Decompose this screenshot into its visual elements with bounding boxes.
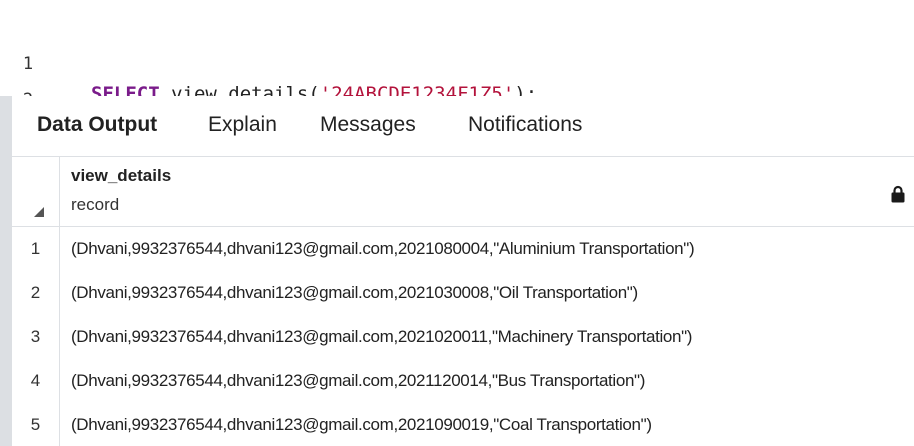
grid-header: view_details record (12, 157, 914, 227)
table-row[interactable]: 3 (Dhvani,9932376544,dhvani123@gmail.com… (12, 315, 914, 360)
record-cell[interactable]: (Dhvani,9932376544,dhvani123@gmail.com,2… (71, 403, 652, 446)
record-cell[interactable]: (Dhvani,9932376544,dhvani123@gmail.com,2… (71, 271, 638, 315)
table-row[interactable]: 4 (Dhvani,9932376544,dhvani123@gmail.com… (12, 359, 914, 404)
record-cell[interactable]: (Dhvani,9932376544,dhvani123@gmail.com,2… (71, 359, 645, 403)
lock-icon (891, 185, 905, 203)
code-line-2[interactable]: 2 (0, 55, 914, 110)
row-number[interactable]: 2 (12, 271, 60, 315)
column-name[interactable]: view_details (71, 166, 171, 186)
record-cell[interactable]: (Dhvani,9932376544,dhvani123@gmail.com,2… (71, 315, 692, 359)
row-number[interactable]: 1 (12, 227, 60, 271)
record-cell[interactable]: (Dhvani,9932376544,dhvani123@gmail.com,2… (71, 227, 695, 271)
select-all-corner[interactable] (12, 157, 60, 226)
row-number[interactable]: 5 (12, 403, 60, 446)
column-type: record (71, 195, 120, 214)
results-panel: Data Output Explain Messages Notificatio… (0, 96, 914, 446)
panel-left-rail (0, 96, 12, 446)
query-tool: 1 SELECT view_details('24ABCDE1234F1Z5')… (0, 0, 914, 446)
row-number[interactable]: 3 (12, 315, 60, 359)
data-output-grid: view_details record 1 (Dhvani,9932376544… (12, 157, 914, 446)
tab-messages[interactable]: Messages (320, 113, 416, 137)
table-row[interactable]: 2 (Dhvani,9932376544,dhvani123@gmail.com… (12, 271, 914, 316)
tab-data-output[interactable]: Data Output (37, 113, 157, 137)
tab-explain[interactable]: Explain (208, 113, 277, 137)
row-number[interactable]: 4 (12, 359, 60, 403)
table-row[interactable]: 5 (Dhvani,9932376544,dhvani123@gmail.com… (12, 403, 914, 446)
query-editor[interactable]: 1 SELECT view_details('24ABCDE1234F1Z5')… (0, 0, 914, 110)
table-row[interactable]: 1 (Dhvani,9932376544,dhvani123@gmail.com… (12, 227, 914, 272)
results-tabs: Data Output Explain Messages Notificatio… (12, 96, 914, 157)
code-line-1[interactable]: 1 SELECT view_details('24ABCDE1234F1Z5')… (0, 19, 914, 105)
corner-triangle-icon (34, 207, 44, 217)
tab-notifications[interactable]: Notifications (468, 113, 582, 137)
